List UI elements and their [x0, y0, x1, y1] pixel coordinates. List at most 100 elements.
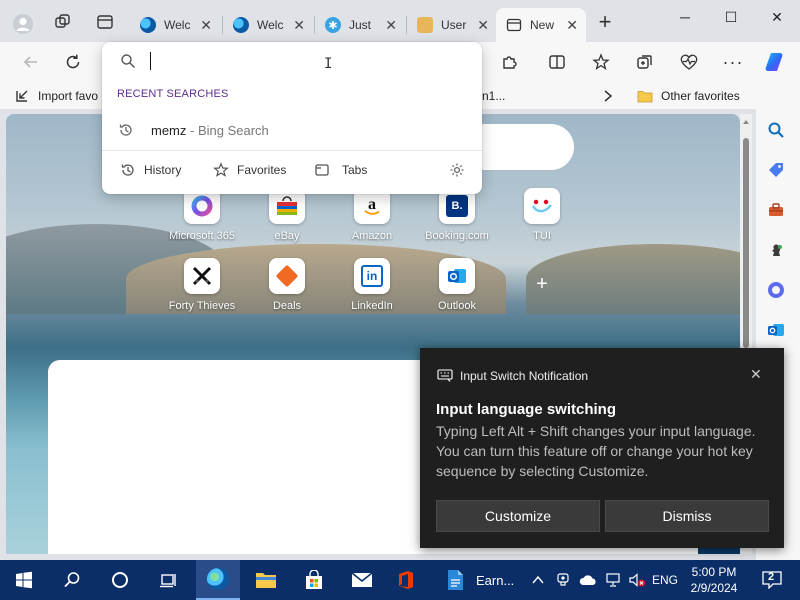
start-button[interactable] [4, 560, 44, 600]
split-screen-button[interactable] [544, 50, 570, 74]
volume-muted-icon [629, 573, 645, 587]
browser-essentials-button[interactable] [676, 50, 702, 74]
text-cursor-icon: I [324, 56, 333, 72]
profile-button[interactable] [8, 10, 38, 38]
minimize-button[interactable]: ─ [662, 0, 708, 34]
tabs-shortcut[interactable]: Tabs [314, 160, 367, 180]
deals-icon [269, 258, 305, 294]
favorite-item[interactable]: n1... [482, 87, 505, 105]
history-icon [121, 164, 134, 176]
tab-actions-button[interactable] [90, 8, 120, 36]
tab-5-active[interactable]: New ✕ [496, 8, 586, 42]
extensions-button[interactable] [496, 50, 522, 74]
tray-camera[interactable] [552, 560, 574, 600]
taskbar-mail[interactable] [340, 560, 384, 600]
tab-3[interactable]: ✱ Just ✕ [315, 8, 405, 42]
input-switch-notification: Input Switch Notification ✕ Input langua… [420, 348, 784, 548]
tab-2[interactable]: Welc ✕ [223, 8, 313, 42]
sidebar-microsoft365-button[interactable] [764, 278, 788, 302]
dismiss-button[interactable]: Dismiss [605, 500, 769, 532]
input-language-indicator[interactable]: ENG [650, 560, 680, 600]
puzzle-icon [503, 56, 517, 69]
tab-4[interactable]: User ✕ [407, 8, 497, 42]
import-favorites-item[interactable]: Import favo [14, 87, 98, 105]
taskbar-office[interactable] [386, 560, 426, 600]
favorites-overflow-button[interactable] [602, 87, 614, 105]
toolbox-icon [769, 203, 783, 216]
copilot-icon [765, 53, 783, 71]
favorites-button[interactable] [588, 50, 614, 74]
maximize-button[interactable]: ☐ [708, 0, 754, 34]
favorites-label: Favorites [237, 163, 287, 177]
tray-network[interactable] [602, 560, 624, 600]
text-caret [150, 52, 151, 70]
edge-icon [207, 568, 229, 590]
recent-search-item[interactable]: memz - Bing Search [102, 114, 482, 146]
favorites-shortcut[interactable]: Favorites [213, 160, 286, 180]
scrollbar-thumb[interactable] [743, 138, 749, 348]
refresh-button[interactable] [60, 50, 86, 74]
action-center-button[interactable]: 2 [752, 560, 792, 600]
keyboard-icon [437, 369, 453, 382]
history-shortcut[interactable]: History [120, 160, 181, 180]
linkedin-icon: in [354, 258, 390, 294]
close-tab-icon[interactable]: ✕ [200, 18, 212, 32]
tab-title: New [530, 18, 555, 32]
sidebar-search-button[interactable] [764, 118, 788, 142]
chess-piece-icon [772, 244, 782, 256]
add-shortcut-button[interactable]: + [492, 266, 592, 302]
sidebar-tools-button[interactable] [764, 198, 788, 222]
new-tab-button[interactable]: + [590, 8, 620, 36]
office-icon [399, 571, 413, 589]
taskbar-file-explorer[interactable] [244, 560, 288, 600]
linkedin-glyph: in [361, 265, 383, 287]
close-tab-icon[interactable]: ✕ [477, 18, 489, 32]
plus-icon: + [536, 273, 548, 295]
settings-more-button[interactable]: ··· [720, 50, 746, 74]
dropdown-settings-button[interactable] [449, 160, 465, 180]
address-input[interactable] [148, 50, 468, 72]
cortana-button[interactable] [100, 560, 140, 600]
scroll-up-arrow-icon[interactable] [743, 120, 749, 124]
copilot-button[interactable] [762, 50, 788, 74]
other-favorites-item[interactable]: Other favorites [637, 87, 740, 105]
search-icon [768, 122, 784, 138]
task-view-icon [160, 574, 176, 588]
tabs-icon [315, 164, 329, 176]
quick-link-label: TUI [533, 230, 551, 242]
search-button[interactable] [52, 560, 92, 600]
close-icon: ✕ [771, 8, 783, 25]
close-tab-icon[interactable]: ✕ [385, 18, 397, 32]
taskbar-store[interactable] [292, 560, 336, 600]
tray-onedrive[interactable] [576, 560, 600, 600]
customize-button[interactable]: Customize [436, 500, 600, 532]
maximize-icon: ☐ [724, 8, 738, 25]
recent-search-source: - Bing Search [186, 122, 269, 138]
sidebar-games-button[interactable] [764, 238, 788, 262]
close-tab-icon[interactable]: ✕ [293, 18, 305, 32]
close-notification-button[interactable]: ✕ [750, 366, 762, 383]
edge-icon [140, 17, 156, 33]
tab-1[interactable]: Welc ✕ [130, 8, 220, 42]
show-hidden-icons-button[interactable] [528, 560, 548, 600]
clock[interactable]: 5:00 PM 2/9/2024 [682, 560, 746, 600]
sidebar-outlook-button[interactable] [764, 318, 788, 342]
taskbar-document-app[interactable]: Earn... [436, 560, 520, 600]
back-button[interactable] [18, 50, 44, 74]
tray-volume[interactable] [626, 560, 648, 600]
tab-title: Welc [257, 18, 284, 32]
quick-link-tui[interactable]: TUI [492, 188, 592, 242]
close-tab-icon[interactable]: ✕ [566, 18, 578, 32]
task-view-button[interactable] [148, 560, 188, 600]
tabs-label: Tabs [342, 163, 368, 177]
refresh-icon [66, 54, 80, 69]
close-window-button[interactable]: ✕ [754, 0, 800, 34]
history-icon [119, 124, 132, 136]
import-favorites-label: Import favo [38, 89, 99, 103]
web-search-box[interactable] [476, 124, 574, 170]
collections-button[interactable] [632, 50, 658, 74]
workspaces-button[interactable] [48, 8, 78, 36]
sidebar-shopping-button[interactable] [764, 158, 788, 182]
taskbar-edge[interactable] [196, 560, 240, 600]
vertical-tabs-icon [97, 15, 113, 29]
